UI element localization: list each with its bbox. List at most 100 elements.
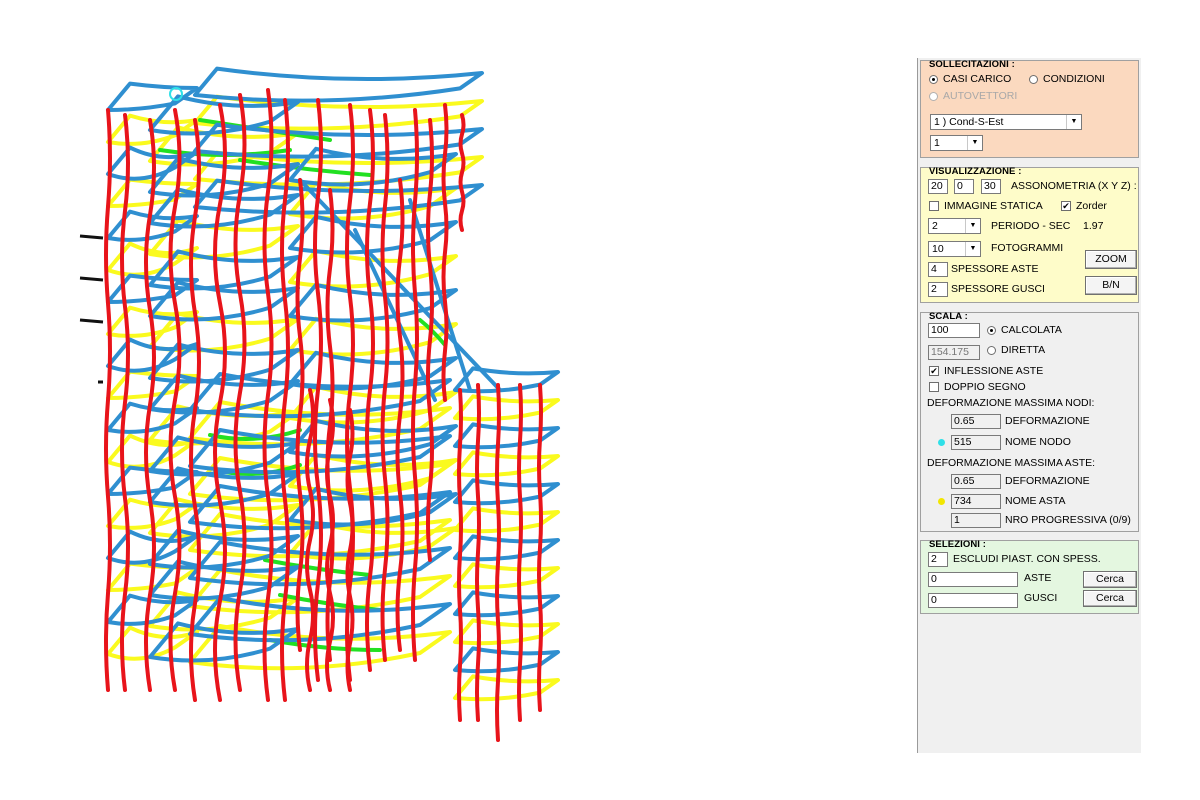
gusci-search-input[interactable]: 0	[928, 593, 1018, 608]
checkbox-zorder[interactable]: ✔ Zorder	[1061, 198, 1107, 214]
zoom-button[interactable]: ZOOM	[1085, 250, 1137, 269]
column-member	[262, 88, 274, 702]
checkbox-label: INFLESSIONE ASTE	[944, 365, 1044, 377]
radio-label: CALCOLATA	[1001, 324, 1062, 336]
group-title: SCALA :	[929, 311, 968, 322]
group-title: VISUALIZZAZIONE :	[929, 166, 1022, 177]
select-value: 10	[932, 243, 944, 255]
radio-casi-carico[interactable]: CASI CARICO	[929, 71, 1011, 87]
structural-model-3d	[79, 66, 560, 742]
model-viewport[interactable]	[0, 0, 915, 800]
spessore-aste-input[interactable]: 4	[928, 262, 948, 277]
scala-calcolata-input[interactable]: 100	[928, 323, 980, 338]
group-title: SOLLECITAZIONI :	[929, 59, 1015, 70]
chevron-down-icon[interactable]: ▼	[1066, 115, 1081, 129]
check-icon[interactable]: ✔	[929, 366, 939, 376]
checkbox-box[interactable]	[929, 382, 939, 392]
periodo-select[interactable]: 2 ▼	[928, 218, 981, 234]
aste-deformazione-label: DEFORMAZIONE	[1005, 475, 1090, 487]
radio-autovettori: AUTOVETTORI	[929, 88, 1017, 104]
column-member	[365, 108, 375, 672]
mode-select[interactable]: 1 ▼	[930, 135, 983, 151]
axon-z-input[interactable]: 30	[981, 179, 1001, 194]
select-value: 1	[934, 137, 940, 149]
checkbox-inflessione-aste[interactable]: ✔ INFLESSIONE ASTE	[929, 363, 1043, 379]
column-member	[537, 383, 543, 712]
def-max-aste-label: DEFORMAZIONE MASSIMA ASTE:	[927, 457, 1096, 469]
column-member	[280, 98, 290, 702]
escludi-label: ESCLUDI PIAST. CON SPESS.	[953, 553, 1101, 565]
column-member	[380, 113, 390, 662]
radio-label: AUTOVETTORI	[943, 90, 1018, 102]
group-visualizzazione: VISUALIZZAZIONE : 20 0 30 ASSONOMETRIA (…	[920, 166, 1139, 303]
column-member	[441, 103, 449, 402]
floor-beam	[193, 66, 484, 103]
escludi-spessore-input[interactable]: 2	[928, 552, 948, 567]
checkbox-label: DOPPIO SEGNO	[944, 381, 1026, 393]
support-stub	[79, 318, 104, 324]
checkbox-immagine-statica[interactable]: IMMAGINE STATICA	[929, 198, 1043, 214]
spessore-gusci-label: SPESSORE GUSCI	[951, 283, 1045, 295]
group-sollecitazioni: SOLLECITAZIONI : CASI CARICO CONDIZIONI …	[920, 59, 1139, 158]
nome-asta-value: 734	[951, 494, 1001, 509]
column-member	[457, 388, 463, 722]
chevron-down-icon[interactable]: ▼	[965, 219, 980, 233]
checkbox-box[interactable]	[929, 201, 939, 211]
periodo-seconds: 1.97	[1083, 220, 1104, 232]
spessore-gusci-input[interactable]: 2	[928, 282, 948, 297]
column-member	[120, 113, 130, 692]
radio-condizioni[interactable]: CONDIZIONI	[1029, 71, 1105, 87]
chevron-down-icon[interactable]: ▼	[965, 242, 980, 256]
group-selezioni: SELEZIONI : 2 ESCLUDI PIAST. CON SPESS. …	[920, 539, 1139, 614]
column-member	[495, 383, 501, 742]
aste-deformazione-value: 0.65	[951, 474, 1001, 489]
radio-diretta[interactable]: DIRETTA	[987, 342, 1045, 358]
scala-diretta-input[interactable]: 154.175	[928, 345, 980, 360]
nome-nodo-label: NOME NODO	[1005, 436, 1071, 448]
support-stubs	[79, 234, 104, 384]
spessore-aste-label: SPESSORE ASTE	[951, 263, 1039, 275]
chevron-down-icon[interactable]: ▼	[967, 136, 982, 150]
axon-x-input[interactable]: 20	[928, 179, 948, 194]
nro-progressiva-label: NRO PROGRESSIVA (0/9)	[1005, 514, 1131, 526]
floor-beam	[453, 646, 560, 674]
cerca-gusci-button[interactable]: Cerca	[1083, 590, 1137, 607]
radio-label: DIRETTA	[1001, 344, 1046, 356]
column-member	[458, 113, 466, 232]
nodi-deformazione-label: DEFORMAZIONE	[1005, 415, 1090, 427]
aste-label: ASTE	[1024, 572, 1052, 584]
bn-button[interactable]: B/N	[1085, 276, 1137, 295]
radio-dot[interactable]	[987, 325, 996, 335]
radio-dot[interactable]	[1029, 74, 1038, 84]
load-case-select[interactable]: 1 ) Cond-S-Est ▼	[930, 114, 1082, 130]
group-title: SELEZIONI :	[929, 539, 987, 550]
floor-beam	[453, 534, 560, 562]
column-member	[104, 108, 112, 692]
nome-nodo-value: 515	[951, 435, 1001, 450]
def-max-nodi-label: DEFORMAZIONE MASSIMA NODI:	[927, 397, 1095, 409]
floor-beam	[453, 478, 560, 506]
gusci-label: GUSCI	[1024, 592, 1058, 604]
column-member	[517, 383, 523, 722]
select-value: 2	[932, 220, 938, 232]
aste-search-input[interactable]: 0	[928, 572, 1018, 587]
slab-edge	[453, 674, 560, 702]
support-stub	[79, 234, 104, 240]
fotogrammi-select[interactable]: 10 ▼	[928, 241, 981, 257]
cerca-aste-button[interactable]: Cerca	[1083, 571, 1137, 588]
radio-calcolata[interactable]: CALCOLATA	[987, 322, 1062, 338]
fotogrammi-label: FOTOGRAMMI	[991, 242, 1064, 254]
axon-y-input[interactable]: 0	[954, 179, 974, 194]
select-value: 1 ) Cond-S-Est	[934, 116, 1004, 128]
radio-dot[interactable]	[987, 345, 996, 355]
radio-dot[interactable]	[929, 74, 938, 84]
radio-label: CONDIZIONI	[1043, 73, 1105, 85]
checkbox-doppio-segno[interactable]: DOPPIO SEGNO	[929, 379, 1026, 395]
node-marker-icon	[938, 439, 945, 446]
checkbox-label: Zorder	[1076, 200, 1107, 212]
check-icon[interactable]: ✔	[1061, 201, 1071, 211]
group-scala: SCALA : 100 CALCOLATA 154.175 DIRETTA ✔ …	[920, 311, 1139, 532]
periodo-label: PERIODO - SEC	[991, 220, 1071, 232]
column-member	[475, 383, 481, 722]
nome-asta-label: NOME ASTA	[1005, 495, 1066, 507]
